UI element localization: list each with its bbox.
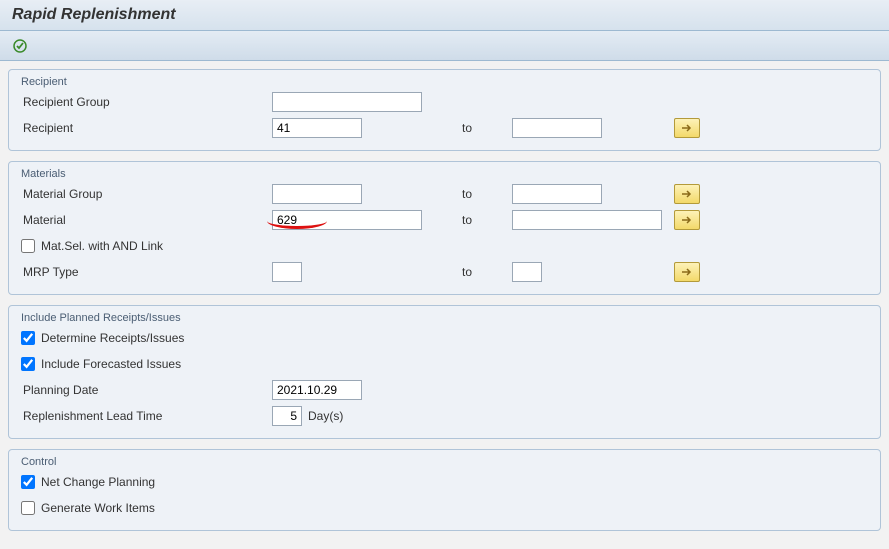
label-to-matgroup: to <box>452 187 512 201</box>
label-material-group: Material Group <box>17 187 272 201</box>
input-mrp-type-from[interactable] <box>272 262 302 282</box>
label-to-material: to <box>452 213 512 227</box>
group-legend-materials: Materials <box>17 164 872 180</box>
label-lead-time: Replenishment Lead Time <box>17 409 272 423</box>
label-mrp-type: MRP Type <box>17 265 272 279</box>
checkbox-forecast[interactable] <box>21 357 35 371</box>
multi-select-material[interactable] <box>674 210 700 230</box>
label-days: Day(s) <box>302 409 343 423</box>
toolbar <box>0 31 889 61</box>
input-recipient-to[interactable] <box>512 118 602 138</box>
label-net-change: Net Change Planning <box>41 475 155 489</box>
group-recipient: Recipient Recipient Group Recipient to <box>8 69 881 151</box>
input-recipient-group[interactable] <box>272 92 422 112</box>
label-recipient: Recipient <box>17 121 272 135</box>
input-material-group-from[interactable] <box>272 184 362 204</box>
label-matsel-and: Mat.Sel. with AND Link <box>41 239 163 253</box>
group-legend-control: Control <box>17 452 872 468</box>
execute-icon[interactable] <box>10 36 30 56</box>
input-recipient-from[interactable] <box>272 118 362 138</box>
label-to-mrp: to <box>452 265 512 279</box>
label-forecast: Include Forecasted Issues <box>41 357 181 371</box>
group-planned: Include Planned Receipts/Issues Determin… <box>8 305 881 439</box>
input-material-to[interactable] <box>512 210 662 230</box>
checkbox-workitems[interactable] <box>21 501 35 515</box>
checkbox-matsel-and[interactable] <box>21 239 35 253</box>
label-determine: Determine Receipts/Issues <box>41 331 184 345</box>
group-materials: Materials Material Group to Material to <box>8 161 881 295</box>
label-planning-date: Planning Date <box>17 383 272 397</box>
group-legend-recipient: Recipient <box>17 72 872 88</box>
input-material-group-to[interactable] <box>512 184 602 204</box>
label-to-recipient: to <box>452 121 512 135</box>
checkbox-net-change[interactable] <box>21 475 35 489</box>
input-lead-time[interactable] <box>272 406 302 426</box>
input-planning-date[interactable] <box>272 380 362 400</box>
page-title: Rapid Replenishment <box>12 6 877 24</box>
multi-select-mrp-type[interactable] <box>674 262 700 282</box>
label-material: Material <box>17 213 272 227</box>
multi-select-material-group[interactable] <box>674 184 700 204</box>
input-material-from[interactable] <box>272 210 422 230</box>
input-mrp-type-to[interactable] <box>512 262 542 282</box>
label-recipient-group: Recipient Group <box>17 95 272 109</box>
label-workitems: Generate Work Items <box>41 501 155 515</box>
multi-select-recipient[interactable] <box>674 118 700 138</box>
group-control: Control Net Change Planning Generate Wor… <box>8 449 881 531</box>
checkbox-determine[interactable] <box>21 331 35 345</box>
group-legend-planned: Include Planned Receipts/Issues <box>17 308 872 324</box>
